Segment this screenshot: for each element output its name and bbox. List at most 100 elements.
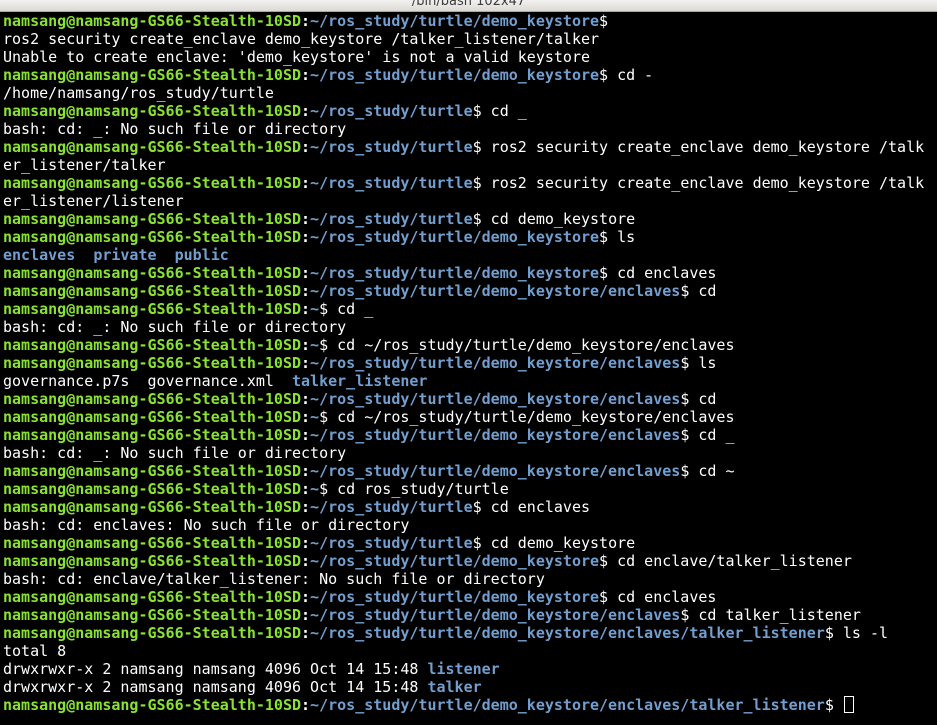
prompt-path: ~/ros_study/turtle xyxy=(310,102,473,120)
command-text: cd ~/ros_study/turtle/demo_keystore/encl… xyxy=(328,408,735,426)
output-line: bash: cd: _: No such file or directory xyxy=(3,120,933,138)
prompt-user: namsang@namsang-GS66-Stealth-10SD xyxy=(3,282,302,300)
output-line: /home/namsang/ros_study/turtle xyxy=(3,84,933,102)
prompt-symbol: $ xyxy=(472,174,482,192)
text-cursor[interactable] xyxy=(843,696,854,713)
file-entry: drwxrwxr-x 2 namsang namsang 4096 Oct 14… xyxy=(3,678,428,696)
prompt-separator: : xyxy=(301,552,311,570)
prompt-symbol: $ xyxy=(319,336,329,354)
command-text: ls -l xyxy=(833,624,889,642)
command-text: ls xyxy=(689,354,717,372)
output-line: ros2 security create_enclave demo_keysto… xyxy=(3,30,933,48)
prompt-symbol: $ xyxy=(472,534,482,552)
prompt-path: ~/ros_study/turtle/demo_keystore xyxy=(310,552,600,570)
prompt-path: ~ xyxy=(310,336,320,354)
prompt-line: namsang@namsang-GS66-Stealth-10SD:~/ros_… xyxy=(3,264,933,282)
command-text: cd enclaves xyxy=(608,588,717,606)
prompt-user: namsang@namsang-GS66-Stealth-10SD xyxy=(3,390,302,408)
prompt-path: ~ xyxy=(310,300,320,318)
prompt-line: namsang@namsang-GS66-Stealth-10SD:~/ros_… xyxy=(3,210,933,228)
prompt-symbol: $ xyxy=(599,228,609,246)
listing-gap xyxy=(129,372,147,390)
prompt-user: namsang@namsang-GS66-Stealth-10SD xyxy=(3,336,302,354)
prompt-line: namsang@namsang-GS66-Stealth-10SD:~$ cd … xyxy=(3,336,933,354)
prompt-path: ~/ros_study/turtle/demo_keystore xyxy=(310,588,600,606)
directory-entry: public xyxy=(174,246,229,264)
prompt-symbol: $ xyxy=(680,354,690,372)
command-text: ros2 security create_enclave demo_keysto… xyxy=(481,174,925,192)
prompt-user: namsang@namsang-GS66-Stealth-10SD xyxy=(3,354,302,372)
output-text: bash: cd: _: No such file or directory xyxy=(3,120,347,138)
prompt-path: ~/ros_study/turtle/demo_keystore xyxy=(310,12,600,30)
prompt-symbol: $ xyxy=(472,102,482,120)
prompt-line: namsang@namsang-GS66-Stealth-10SD:~/ros_… xyxy=(3,102,933,120)
prompt-separator: : xyxy=(301,300,311,318)
prompt-user: namsang@namsang-GS66-Stealth-10SD xyxy=(3,102,302,120)
prompt-line: namsang@namsang-GS66-Stealth-10SD:~/ros_… xyxy=(3,354,933,372)
prompt-user: namsang@namsang-GS66-Stealth-10SD xyxy=(3,696,302,714)
terminal-window: /bin/bash 102x47 namsang@namsang-GS66-St… xyxy=(0,0,937,725)
directory-entry: talker_listener xyxy=(292,372,428,390)
prompt-path: ~/ros_study/turtle/demo_keystore/enclave… xyxy=(310,696,825,714)
prompt-path: ~/ros_study/turtle xyxy=(310,138,473,156)
prompt-user: namsang@namsang-GS66-Stealth-10SD xyxy=(3,606,302,624)
prompt-symbol: $ xyxy=(680,426,690,444)
listing-gap xyxy=(157,246,175,264)
prompt-separator: : xyxy=(301,606,311,624)
prompt-line: namsang@namsang-GS66-Stealth-10SD:~/ros_… xyxy=(3,174,933,192)
prompt-path: ~ xyxy=(310,408,320,426)
prompt-separator: : xyxy=(301,588,311,606)
terminal-output[interactable]: namsang@namsang-GS66-Stealth-10SD:~/ros_… xyxy=(3,12,933,723)
prompt-line: namsang@namsang-GS66-Stealth-10SD:~/ros_… xyxy=(3,228,933,246)
prompt-path: ~/ros_study/turtle/demo_keystore/enclave… xyxy=(310,462,681,480)
file-entry: governance.p7s xyxy=(3,372,130,390)
prompt-user: namsang@namsang-GS66-Stealth-10SD xyxy=(3,300,302,318)
command-text: cd demo_keystore xyxy=(481,210,636,228)
prompt-symbol: $ xyxy=(599,264,609,282)
output-text: er_listener/listener xyxy=(3,192,184,210)
prompt-user: namsang@namsang-GS66-Stealth-10SD xyxy=(3,228,302,246)
prompt-user: namsang@namsang-GS66-Stealth-10SD xyxy=(3,264,302,282)
prompt-user: namsang@namsang-GS66-Stealth-10SD xyxy=(3,498,302,516)
prompt-separator: : xyxy=(301,102,311,120)
prompt-separator: : xyxy=(301,228,311,246)
prompt-symbol: $ xyxy=(599,552,609,570)
window-title: /bin/bash 102x47 xyxy=(411,0,526,9)
prompt-line: namsang@namsang-GS66-Stealth-10SD:~/ros_… xyxy=(3,588,933,606)
prompt-path: ~/ros_study/turtle/demo_keystore/enclave… xyxy=(310,354,681,372)
prompt-symbol: $ xyxy=(680,282,690,300)
command-text: cd enclaves xyxy=(608,264,717,282)
listing-line: enclaves private public xyxy=(3,246,933,264)
output-text: er_listener/talker xyxy=(3,156,166,174)
prompt-separator: : xyxy=(301,264,311,282)
command-text: ls xyxy=(608,228,636,246)
prompt-path: ~/ros_study/turtle/demo_keystore/enclave… xyxy=(310,606,681,624)
title-bar[interactable]: /bin/bash 102x47 xyxy=(0,0,937,12)
prompt-line: namsang@namsang-GS66-Stealth-10SD:~/ros_… xyxy=(3,12,933,30)
prompt-path: ~/ros_study/turtle/demo_keystore xyxy=(310,228,600,246)
prompt-separator: : xyxy=(301,66,311,84)
prompt-line: namsang@namsang-GS66-Stealth-10SD:~$ cd … xyxy=(3,408,933,426)
prompt-path: ~/ros_study/turtle/demo_keystore/enclave… xyxy=(310,390,681,408)
prompt-path: ~/ros_study/turtle/demo_keystore/enclave… xyxy=(310,282,681,300)
prompt-user: namsang@namsang-GS66-Stealth-10SD xyxy=(3,426,302,444)
command-text: cd xyxy=(689,282,717,300)
command-text: cd _ xyxy=(689,426,735,444)
output-line: Unable to create enclave: 'demo_keystore… xyxy=(3,48,933,66)
prompt-line: namsang@namsang-GS66-Stealth-10SD:~/ros_… xyxy=(3,498,933,516)
command-text: cd ros_study/turtle xyxy=(328,480,509,498)
command-text: cd enclave/talker_listener xyxy=(608,552,852,570)
prompt-symbol: $ xyxy=(472,498,482,516)
listing-gap xyxy=(274,372,292,390)
prompt-symbol: $ xyxy=(599,12,609,30)
prompt-separator: : xyxy=(301,408,311,426)
prompt-user: namsang@namsang-GS66-Stealth-10SD xyxy=(3,210,302,228)
prompt-path: ~/ros_study/turtle xyxy=(310,534,473,552)
prompt-separator: : xyxy=(301,696,311,714)
command-text: ros2 security create_enclave demo_keysto… xyxy=(481,138,925,156)
output-text: total 8 xyxy=(3,642,67,660)
prompt-separator: : xyxy=(301,624,311,642)
prompt-line: namsang@namsang-GS66-Stealth-10SD:~$ cd … xyxy=(3,480,933,498)
prompt-separator: : xyxy=(301,282,311,300)
command-text: cd - xyxy=(608,66,654,84)
